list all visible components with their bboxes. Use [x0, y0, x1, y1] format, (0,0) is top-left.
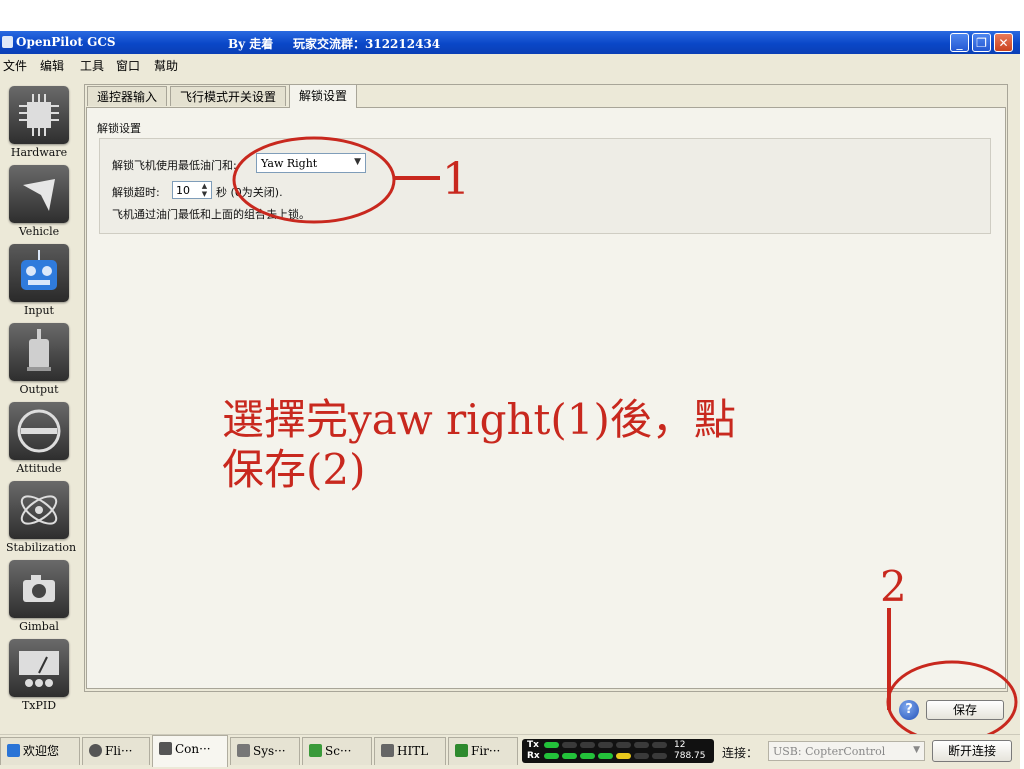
save-button[interactable]: 保存 — [926, 700, 1004, 720]
rx-label: Rx — [527, 751, 540, 761]
tx-value: 12 — [674, 740, 686, 750]
mode-tab-hitl[interactable]: HITL — [374, 737, 446, 765]
tx-led — [562, 742, 577, 748]
chevron-down-icon: ▼ — [913, 745, 920, 755]
mode-tab-welcome[interactable]: 欢迎您 — [0, 737, 80, 765]
mode-tab-label: Sys··· — [253, 744, 286, 758]
annotation-overlay — [232, 136, 1018, 744]
rx-value: 788.75 — [674, 751, 706, 761]
tx-led — [580, 742, 595, 748]
mode-tab-system[interactable]: Sys··· — [230, 737, 300, 765]
mode-tab-configuration[interactable]: Con··· — [152, 735, 228, 767]
welcome-icon — [7, 744, 20, 757]
annotation-circle-1 — [232, 136, 396, 224]
rx-led — [616, 753, 631, 759]
gamepad-icon — [381, 744, 394, 757]
rx-led — [598, 753, 613, 759]
telemetry-monitor: Tx Rx 12 788.75 — [522, 739, 714, 763]
mode-tab-label: 欢迎您 — [23, 744, 60, 758]
mode-tab-label: Con··· — [175, 742, 211, 756]
connect-label: 连接： — [722, 746, 759, 760]
flight-icon — [89, 744, 102, 757]
device-select[interactable]: USB: CopterControl ▼ — [768, 741, 925, 761]
gears-icon — [237, 744, 250, 757]
tx-led — [544, 742, 559, 748]
mode-tab-label: HITL — [397, 744, 429, 758]
help-icon[interactable]: ? — [899, 700, 919, 720]
firmware-icon — [455, 744, 468, 757]
mode-tab-firmware[interactable]: Fir··· — [448, 737, 518, 765]
device-value: USB: CopterControl — [773, 745, 886, 758]
mode-tab-flight[interactable]: Fli··· — [82, 737, 150, 765]
tx-label: Tx — [527, 740, 539, 750]
rx-led — [544, 753, 559, 759]
disconnect-button[interactable]: 断开连接 — [932, 740, 1012, 762]
rx-led — [562, 753, 577, 759]
annotation-instruction-2: 保存(2) — [222, 445, 366, 494]
mode-tab-scopes[interactable]: Sc··· — [302, 737, 372, 765]
tx-led — [598, 742, 613, 748]
tx-led — [634, 742, 649, 748]
wrench-icon — [159, 742, 172, 755]
mode-tab-label: Fir··· — [471, 744, 501, 758]
rx-led — [580, 753, 595, 759]
tx-led — [616, 742, 631, 748]
rx-led — [652, 753, 667, 759]
annotation-marker-2: 2 — [880, 562, 907, 611]
annotation-marker-1: 1 — [442, 154, 470, 205]
scope-icon — [309, 744, 322, 757]
mode-tab-label: Sc··· — [325, 744, 352, 758]
rx-led — [634, 753, 649, 759]
tx-led — [652, 742, 667, 748]
mode-tab-label: Fli··· — [105, 744, 133, 758]
